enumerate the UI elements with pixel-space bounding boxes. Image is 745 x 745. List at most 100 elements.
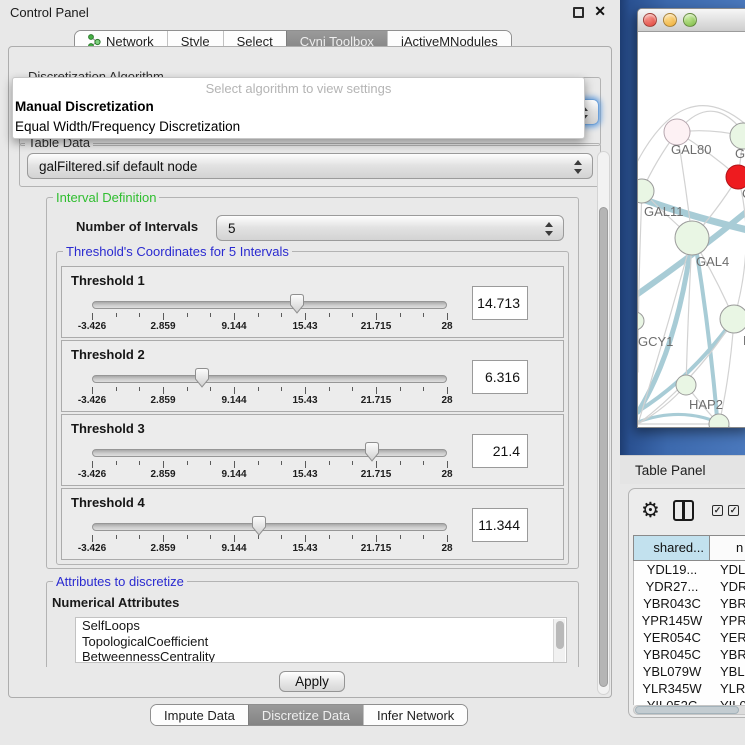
table-row[interactable]: YIL052CYIL0 xyxy=(634,697,745,705)
table-cell-name[interactable]: YIL0 xyxy=(710,697,745,705)
table-cell-name[interactable]: YBL0 xyxy=(710,663,745,680)
network-edge[interactable] xyxy=(638,106,745,172)
attribute-item[interactable]: TopologicalCoefficient xyxy=(76,634,566,650)
tab-infer-network[interactable]: Infer Network xyxy=(363,705,467,725)
slider-ticks xyxy=(92,535,447,543)
network-node[interactable] xyxy=(676,375,696,395)
table-row[interactable]: YLR345WYLR3 xyxy=(634,680,745,697)
threshold-value[interactable]: 11.344 xyxy=(472,508,528,542)
settings-scrollbar-thumb[interactable] xyxy=(599,207,608,687)
checkbox-icon[interactable]: ✓ xyxy=(712,505,723,516)
float-window-icon[interactable] xyxy=(573,7,584,18)
slider-tick xyxy=(92,387,93,394)
slider-tick xyxy=(329,535,330,539)
table-cell-shared-name[interactable]: YBL079W xyxy=(634,663,710,680)
table-row[interactable]: YPR145WYPR1 xyxy=(634,612,745,629)
slider-ticks xyxy=(92,461,447,469)
threshold-slider[interactable]: -3.4262.8599.14415.4321.71528 xyxy=(62,267,502,339)
table-cell-name[interactable]: YER0 xyxy=(710,629,745,646)
slider-thumb[interactable] xyxy=(288,293,306,315)
table-cell-name[interactable]: YDR2 xyxy=(710,578,745,595)
table-row[interactable]: YDR27...YDR2 xyxy=(634,578,745,595)
network-node[interactable] xyxy=(720,305,745,333)
tab-impute-data[interactable]: Impute Data xyxy=(151,705,248,725)
threshold-value[interactable]: 14.713 xyxy=(472,286,528,320)
tab-discretize-data[interactable]: Discretize Data xyxy=(248,705,363,725)
slider-thumb[interactable] xyxy=(363,441,381,463)
algorithm-popup-item-manual[interactable]: Manual Discretization xyxy=(15,99,154,114)
slider-tick xyxy=(258,313,259,317)
slider-track[interactable] xyxy=(92,301,447,309)
gear-icon[interactable]: ⚙ xyxy=(641,499,660,521)
network-node[interactable] xyxy=(638,312,644,330)
network-canvas[interactable]: GAL80GACGAL11GAL4HGCY1HAP2 xyxy=(638,32,745,428)
table-cell-shared-name[interactable]: YDR27... xyxy=(634,578,710,595)
table-scrollbar-thumb[interactable] xyxy=(635,706,739,714)
threshold-slider[interactable]: -3.4262.8599.14415.4321.71528 xyxy=(62,341,502,413)
slider-tick-label: 2.859 xyxy=(150,321,175,332)
close-traffic-light-icon[interactable] xyxy=(643,13,657,27)
table-row[interactable]: YER054CYER0 xyxy=(634,629,745,646)
slider-tick-labels: -3.4262.8599.14415.4321.71528 xyxy=(92,321,447,333)
table-cell-name[interactable]: YBR0 xyxy=(710,646,745,663)
cytoscape-desktop: GAL80GACGAL11GAL4HGCY1HAP2 xyxy=(620,0,745,455)
checkbox-icon[interactable]: ✓ xyxy=(728,505,739,516)
slider-tick xyxy=(423,461,424,465)
table-cell-shared-name[interactable]: YER054C xyxy=(634,629,710,646)
slider-track[interactable] xyxy=(92,523,447,531)
slider-tick xyxy=(234,387,235,394)
table-cell-shared-name[interactable]: YLR345W xyxy=(634,680,710,697)
table-horizontal-scrollbar[interactable] xyxy=(633,705,745,715)
algorithm-dropdown-popup: Select algorithm to view settings Manual… xyxy=(12,77,585,139)
settings-scrollbar[interactable] xyxy=(597,151,610,695)
slider-tick xyxy=(163,313,164,320)
slider-track[interactable] xyxy=(92,449,447,457)
table-row[interactable]: YBL079WYBL0 xyxy=(634,663,745,680)
table-cell-name[interactable]: YBR0 xyxy=(710,595,745,612)
network-edge[interactable] xyxy=(638,238,692,424)
table-data-combo[interactable]: galFiltered.sif default node xyxy=(27,153,593,179)
attributes-scrollbar[interactable] xyxy=(553,619,565,663)
table-cell-name[interactable]: YPR1 xyxy=(710,612,745,629)
algorithm-popup-item-equal-width[interactable]: Equal Width/Frequency Discretization xyxy=(15,119,240,134)
apply-button[interactable]: Apply xyxy=(279,671,345,692)
tab-label: Discretize Data xyxy=(262,708,350,723)
table-cell-shared-name[interactable]: YBR045C xyxy=(634,646,710,663)
table-row[interactable]: YBR043CYBR0 xyxy=(634,595,745,612)
table-cell-shared-name[interactable]: YIL052C xyxy=(634,697,710,705)
table-cell-shared-name[interactable]: YBR043C xyxy=(634,595,710,612)
network-node[interactable] xyxy=(675,221,709,255)
slider-tick xyxy=(281,461,282,465)
threshold-slider[interactable]: -3.4262.8599.14415.4321.71528 xyxy=(62,489,502,561)
attributes-scrollbar-thumb[interactable] xyxy=(556,621,564,649)
slider-track[interactable] xyxy=(92,375,447,383)
table-row[interactable]: YBR045CYBR0 xyxy=(634,646,745,663)
table-cell-shared-name[interactable]: YPR145W xyxy=(634,612,710,629)
slider-thumb[interactable] xyxy=(250,515,268,537)
zoom-traffic-light-icon[interactable] xyxy=(683,13,697,27)
slider-thumb[interactable] xyxy=(193,367,211,389)
column-header-shared-name[interactable]: shared... xyxy=(634,536,710,560)
table-cell-shared-name[interactable]: YDL19... xyxy=(634,561,710,578)
network-node-label: GA xyxy=(735,146,745,161)
threshold-value[interactable]: 21.4 xyxy=(472,434,528,468)
number-of-intervals-combo[interactable]: 5 xyxy=(216,215,564,241)
table-row[interactable]: YDL19...YDL1 xyxy=(634,561,745,578)
numerical-attributes-list[interactable]: SelfLoopsTopologicalCoefficientBetweenne… xyxy=(75,617,567,663)
column-header-name[interactable]: n xyxy=(710,536,745,560)
attribute-item[interactable]: SelfLoops xyxy=(76,618,566,634)
threshold-slider[interactable]: -3.4262.8599.14415.4321.71528 xyxy=(62,415,502,487)
attribute-item[interactable]: BetweennessCentrality xyxy=(76,649,566,663)
network-window-titlebar[interactable] xyxy=(638,9,745,32)
combo-stepper-icon xyxy=(573,159,583,175)
slider-tick xyxy=(376,387,377,394)
window-title: Control Panel xyxy=(10,5,89,20)
close-icon[interactable]: ✕ xyxy=(594,3,606,20)
slider-tick-label: -3.426 xyxy=(78,543,106,554)
slider-tick xyxy=(423,535,424,539)
table-cell-name[interactable]: YLR3 xyxy=(710,680,745,697)
columns-icon[interactable] xyxy=(673,500,694,521)
minimize-traffic-light-icon[interactable] xyxy=(663,13,677,27)
table-cell-name[interactable]: YDL1 xyxy=(710,561,745,578)
threshold-value[interactable]: 6.316 xyxy=(472,360,528,394)
